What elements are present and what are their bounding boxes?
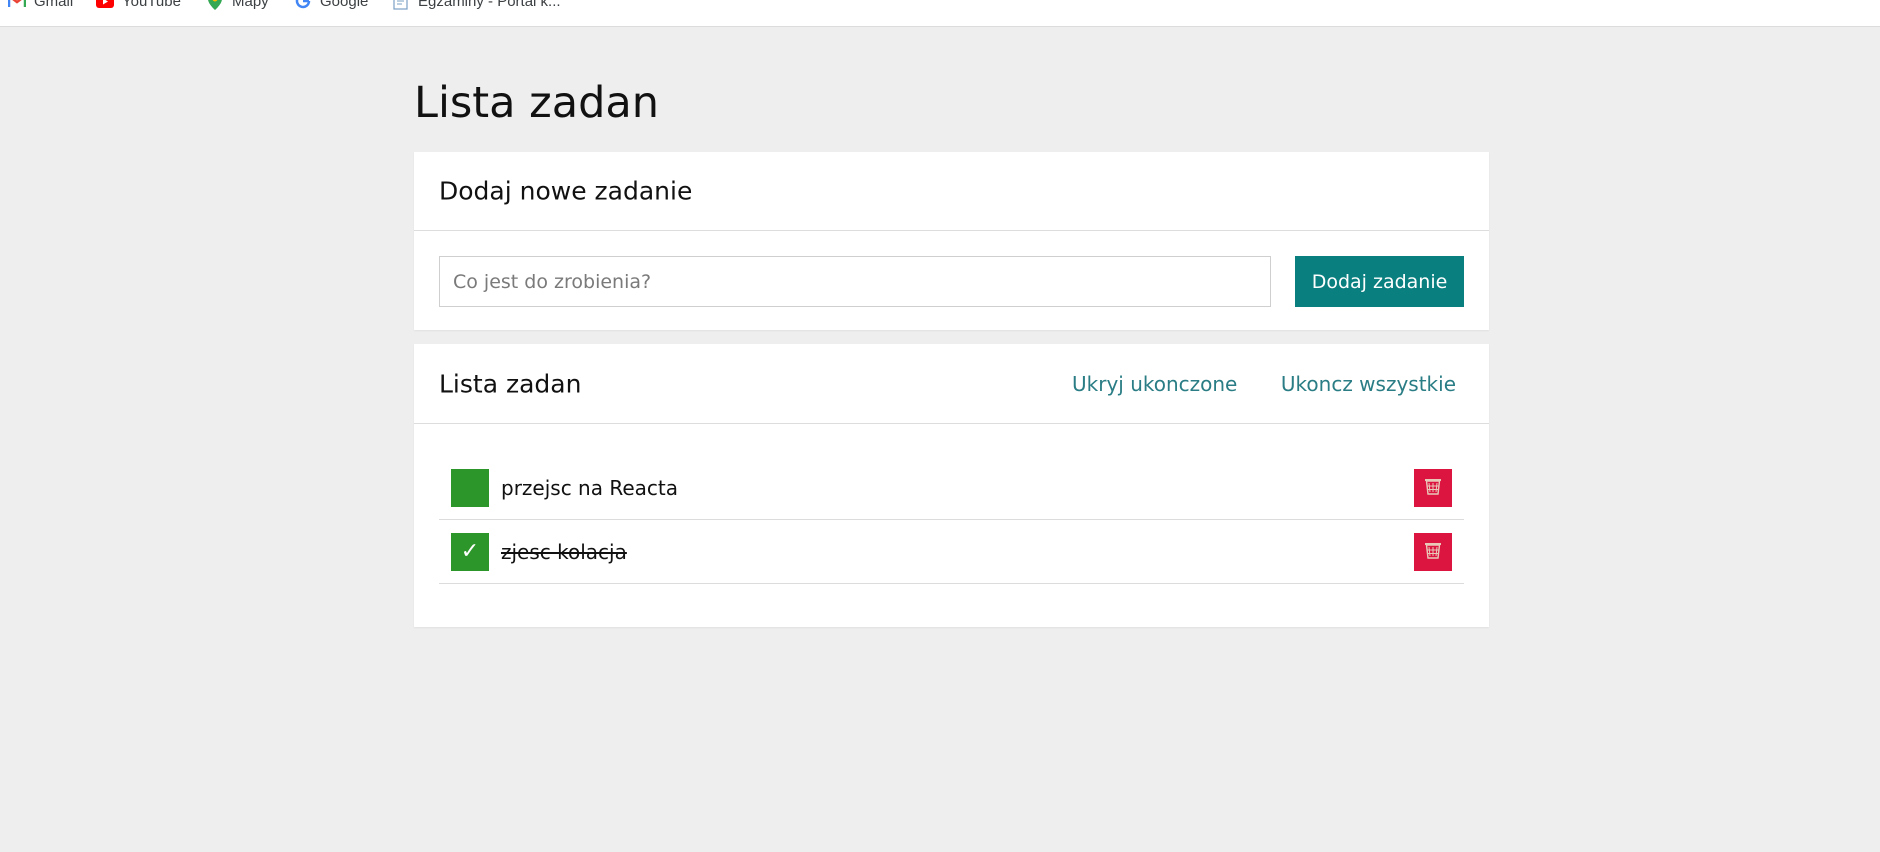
delete-task-button[interactable] bbox=[1414, 532, 1452, 571]
bookmark-label: Mapy bbox=[232, 0, 269, 10]
bookmark-label: Gmail bbox=[34, 0, 74, 10]
bookmark-label: Google bbox=[320, 0, 369, 10]
youtube-icon bbox=[96, 0, 114, 8]
task-list-card-title: Lista zadan bbox=[439, 369, 582, 398]
new-task-input[interactable] bbox=[439, 256, 1271, 307]
delete-task-button[interactable] bbox=[1414, 468, 1452, 507]
task-list-card: Lista zadan Ukryj ukonczone Ukoncz wszys… bbox=[414, 344, 1489, 627]
bookmark-google[interactable]: Google bbox=[294, 0, 368, 11]
trash-icon bbox=[1423, 540, 1443, 564]
maps-icon bbox=[206, 0, 224, 10]
google-icon bbox=[294, 0, 312, 9]
hide-completed-button[interactable]: Ukryj ukonczone bbox=[1072, 372, 1237, 396]
task-text: zjesc kolacja bbox=[501, 539, 627, 564]
task-row: przejsc na Reacta bbox=[439, 456, 1464, 520]
trash-icon bbox=[1423, 476, 1443, 500]
task-row: ✓ zjesc kolacja bbox=[439, 520, 1464, 584]
add-task-card-header: Dodaj nowe zadanie bbox=[414, 152, 1489, 231]
document-icon bbox=[392, 0, 410, 10]
complete-all-button[interactable]: Ukoncz wszystkie bbox=[1281, 372, 1456, 396]
add-task-card-title: Dodaj nowe zadanie bbox=[439, 176, 693, 206]
bookmark-youtube[interactable]: YouTube bbox=[96, 0, 181, 11]
bookmark-egzaminy[interactable]: Egzaminy - Portal k... bbox=[392, 0, 561, 11]
bookmarks-bar: Gmail YouTube Mapy Google Egzaminy - Por… bbox=[0, 0, 1880, 27]
page-title: Lista zadan bbox=[414, 78, 660, 128]
gmail-icon bbox=[8, 0, 26, 8]
task-checkbox[interactable]: ✓ bbox=[451, 532, 489, 571]
bookmark-label: YouTube bbox=[122, 0, 181, 10]
task-checkbox[interactable] bbox=[451, 468, 489, 507]
add-task-card: Dodaj nowe zadanie Dodaj zadanie bbox=[414, 152, 1489, 330]
task-text: przejsc na Reacta bbox=[501, 475, 678, 500]
bookmark-gmail[interactable]: Gmail bbox=[8, 0, 73, 11]
bookmark-maps[interactable]: Mapy bbox=[206, 0, 269, 11]
add-task-button[interactable]: Dodaj zadanie bbox=[1295, 256, 1464, 307]
task-list-card-header: Lista zadan Ukryj ukonczone Ukoncz wszys… bbox=[414, 344, 1489, 424]
task-list: przejsc na Reacta ✓ zjesc kolacja bbox=[439, 456, 1464, 584]
bookmark-label: Egzaminy - Portal k... bbox=[418, 0, 561, 10]
